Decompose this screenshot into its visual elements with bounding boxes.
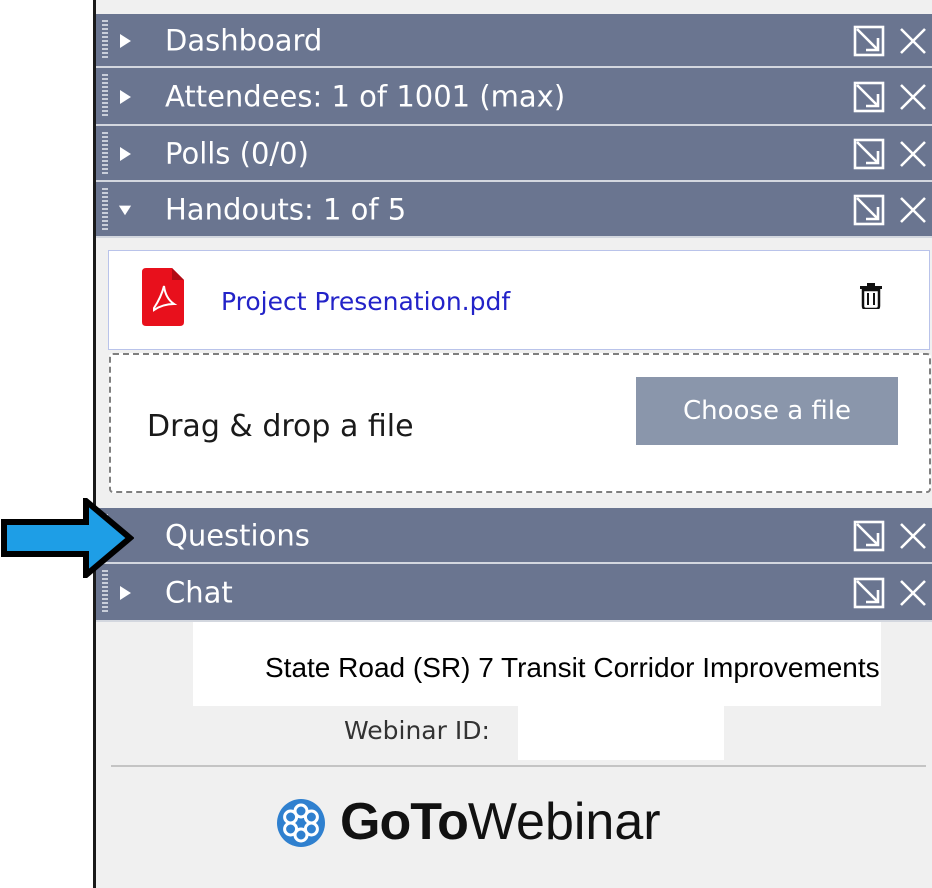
logo-text-bold: GoTo <box>340 793 469 851</box>
panel-bar-attendees[interactable]: Attendees: 1 of 1001 (max) <box>96 68 932 126</box>
close-icon[interactable] <box>898 195 928 225</box>
panel-title: Chat <box>165 575 233 610</box>
panel-bar-dashboard[interactable]: Dashboard <box>96 14 932 68</box>
panel-title: Questions <box>165 518 310 553</box>
popout-icon[interactable] <box>853 25 885 57</box>
dropzone-label: Drag & drop a file <box>147 409 414 444</box>
collapse-arrow-icon[interactable] <box>118 202 132 218</box>
expand-arrow-icon[interactable] <box>118 89 132 105</box>
logo-wordmark: GoToWebinar <box>340 792 661 852</box>
gotowebinar-logo-icon <box>277 799 325 847</box>
pdf-icon <box>142 268 184 326</box>
grip-handle[interactable] <box>102 132 108 174</box>
panel-bar-handouts[interactable]: Handouts: 1 of 5 <box>96 182 932 238</box>
grip-handle[interactable] <box>102 188 108 230</box>
popout-icon[interactable] <box>853 577 885 609</box>
logo-text-light: Webinar <box>467 793 661 851</box>
handouts-panel-body: Project Presenation.pdf Drag & drop a fi… <box>96 238 932 496</box>
panel-bar-questions[interactable]: Questions <box>96 508 932 564</box>
panel-title: Handouts: 1 of 5 <box>165 192 407 227</box>
expand-arrow-icon[interactable] <box>118 146 132 162</box>
popout-icon[interactable] <box>853 138 885 170</box>
panel-bar-polls[interactable]: Polls (0/0) <box>96 126 932 182</box>
handout-file-link[interactable]: Project Presenation.pdf <box>221 287 510 316</box>
webinar-title: State Road (SR) 7 Transit Corridor Impro… <box>265 652 880 683</box>
panel-title: Dashboard <box>165 23 323 58</box>
close-icon[interactable] <box>898 521 928 551</box>
popout-icon[interactable] <box>853 194 885 226</box>
close-icon[interactable] <box>898 139 928 169</box>
grip-handle[interactable] <box>102 20 108 60</box>
webinar-info: State Road (SR) 7 Transit Corridor Impro… <box>96 622 932 888</box>
popout-icon[interactable] <box>853 520 885 552</box>
close-icon[interactable] <box>898 578 928 608</box>
popout-icon[interactable] <box>853 81 885 113</box>
close-icon[interactable] <box>898 82 928 112</box>
file-dropzone[interactable]: Drag & drop a file Choose a file <box>109 353 931 493</box>
expand-arrow-icon[interactable] <box>118 33 132 49</box>
divider <box>111 765 926 767</box>
control-panel: Dashboard Attendees: 1 of 1001 (max) Pol… <box>93 0 932 888</box>
webinar-id-value <box>518 706 724 760</box>
choose-file-button[interactable]: Choose a file <box>636 377 898 445</box>
trash-icon[interactable] <box>860 283 882 309</box>
pointer-arrow-icon <box>1 498 134 578</box>
handout-file-item[interactable]: Project Presenation.pdf <box>108 250 930 350</box>
webinar-title-box: State Road (SR) 7 Transit Corridor Impro… <box>193 622 881 706</box>
panel-title: Polls (0/0) <box>165 136 309 171</box>
panel-title: Attendees: 1 of 1001 (max) <box>165 79 566 114</box>
grip-handle[interactable] <box>102 74 108 118</box>
expand-arrow-icon[interactable] <box>118 585 132 601</box>
close-icon[interactable] <box>898 26 928 56</box>
panel-bar-chat[interactable]: Chat <box>96 564 932 622</box>
webinar-id-label: Webinar ID: <box>344 716 490 745</box>
